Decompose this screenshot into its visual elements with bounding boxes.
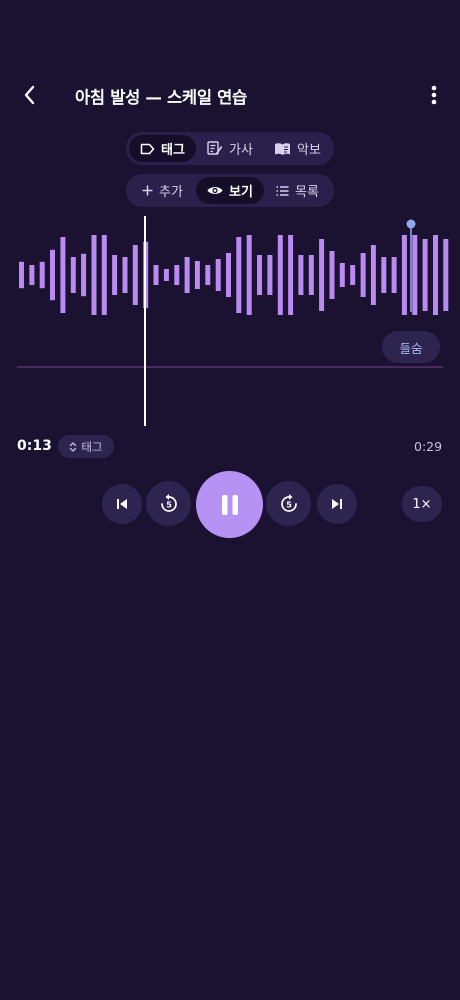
tab-list[interactable]: 목록: [264, 177, 331, 204]
more-options-button[interactable]: [422, 82, 446, 108]
waveform-bar: [101, 235, 107, 315]
waveform-bar: [443, 239, 449, 311]
waveform-bar: [132, 245, 138, 305]
waveform-bars: [19, 235, 449, 315]
waveform-bar: [91, 235, 97, 315]
waveform-bar: [236, 237, 242, 313]
tab-view-label: 보기: [229, 185, 253, 200]
list-icon: [276, 185, 289, 196]
tab-tag[interactable]: 태그: [129, 135, 196, 162]
tag-icon: [140, 143, 155, 154]
tab-lyrics[interactable]: 가사: [196, 135, 264, 162]
tag-chip[interactable]: 태그: [58, 435, 114, 458]
waveform[interactable]: [0, 210, 460, 430]
tab-add[interactable]: 추가: [129, 177, 196, 204]
waveform-bar: [205, 265, 211, 285]
waveform-bar: [401, 235, 407, 315]
waveform-bar: [153, 265, 159, 285]
playback-speed-button[interactable]: 1×: [402, 486, 442, 522]
waveform-bar: [60, 237, 66, 313]
total-time: 0:29: [414, 439, 443, 454]
waveform-bar: [298, 255, 304, 295]
waveform-bar: [339, 263, 345, 287]
eye-icon: [207, 187, 223, 194]
waveform-bar: [174, 265, 180, 285]
waveform-bar: [412, 235, 418, 315]
tab-score[interactable]: 악보: [264, 135, 331, 162]
waveform-bar: [194, 261, 200, 289]
pause-icon: [221, 494, 238, 515]
back-button[interactable]: [14, 80, 46, 110]
tab-score-label: 악보: [297, 143, 321, 158]
book-icon: [275, 142, 291, 155]
skip-next-icon: [332, 499, 342, 509]
waveform-bar: [319, 239, 325, 311]
forward-seconds-label: 5: [286, 500, 292, 509]
view-tabs: 추가 보기 목록: [126, 174, 334, 207]
waveform-bar: [81, 253, 87, 297]
waveform-bar: [433, 235, 438, 315]
waveform-bar: [360, 253, 366, 297]
waveform-bar: [422, 239, 428, 311]
tab-add-label: 추가: [159, 185, 183, 200]
current-time: 0:13: [17, 438, 52, 454]
next-button[interactable]: [317, 484, 357, 524]
waveform-bar: [226, 253, 231, 297]
waveform-bar: [122, 257, 128, 293]
waveform-bar: [370, 245, 376, 305]
chevron-left-icon: [24, 85, 35, 105]
page-title: 아침 발성 — 스케일 연습: [75, 88, 247, 107]
tab-tag-label: 태그: [161, 143, 185, 158]
waveform-bar: [267, 255, 273, 295]
more-vertical-icon: [431, 85, 437, 105]
tab-lyrics-label: 가사: [229, 143, 253, 158]
rewind-5-button[interactable]: 5: [146, 481, 191, 526]
waveform-bar: [70, 257, 76, 293]
waveform-bar: [246, 235, 252, 315]
tag-chip-label: 태그: [81, 439, 103, 454]
forward-5-icon: 5: [280, 493, 297, 512]
marker-handle[interactable]: [406, 219, 416, 229]
waveform-bar: [308, 255, 314, 295]
waveform-bar: [112, 255, 118, 295]
replay-5-icon: 5: [160, 493, 177, 512]
tab-view[interactable]: 보기: [196, 177, 264, 204]
waveform-bar: [288, 235, 294, 315]
waveform-bar: [29, 265, 35, 285]
tab-list-label: 목록: [295, 185, 319, 200]
unfold-icon: [70, 441, 77, 452]
pause-button[interactable]: [196, 471, 263, 538]
waveform-bar: [39, 261, 45, 289]
waveform-bar: [391, 257, 397, 293]
mode-tabs: 태그 가사 악보: [126, 132, 334, 165]
plus-icon: [142, 185, 153, 196]
waveform-bar: [329, 251, 335, 299]
lyrics-icon: [207, 141, 223, 155]
waveform-bar: [350, 265, 356, 285]
waveform-bar: [19, 261, 24, 289]
previous-button[interactable]: [102, 484, 142, 524]
waveform-bar: [277, 235, 283, 315]
waveform-bar: [381, 257, 387, 293]
inhale-button[interactable]: 들숨: [382, 331, 440, 363]
skip-previous-icon: [117, 499, 127, 509]
waveform-bar: [163, 269, 169, 281]
waveform-bar: [257, 255, 262, 295]
waveform-bar: [184, 257, 190, 293]
waveform-bar: [50, 249, 55, 301]
waveform-bar: [215, 259, 221, 291]
rewind-seconds-label: 5: [166, 500, 172, 509]
forward-5-button[interactable]: 5: [266, 481, 311, 526]
